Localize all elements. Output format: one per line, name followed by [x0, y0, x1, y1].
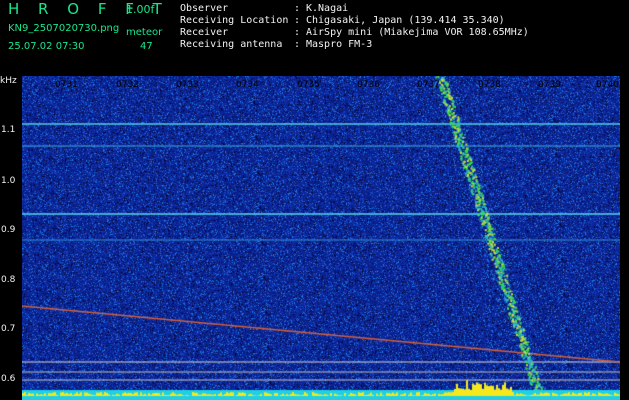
info-label-receiver: Receiver	[180, 27, 229, 38]
datetime: 25.07.02 07:30	[8, 41, 85, 52]
meteor-count: 47	[140, 41, 153, 52]
info-label-location: Receiving Location	[180, 15, 289, 26]
app-version: 1.00f	[126, 3, 155, 16]
freq-tick-label: 0.8	[1, 275, 16, 285]
info-colon: :	[294, 39, 301, 50]
info-colon: :	[294, 15, 301, 26]
time-tick-label: 0740	[596, 80, 619, 90]
time-tick-label: 0738	[478, 80, 501, 90]
freq-tick-label: 1.0	[1, 176, 16, 186]
time-tick-label: 0735	[297, 80, 320, 90]
info-colon: :	[294, 3, 301, 14]
info-value-receiver: AirSpy mini (Miakejima VOR 108.65MHz)	[306, 27, 529, 38]
freq-tick-label: 0.6	[1, 374, 16, 384]
time-tick-label: 0734	[236, 80, 259, 90]
time-tick-label: 0737	[417, 80, 440, 90]
time-tick-label: 0739	[538, 80, 561, 90]
time-tick-label: 0731	[55, 80, 78, 90]
time-tick-label: 0732	[116, 80, 139, 90]
freq-tick-label: 0.9	[1, 225, 16, 235]
info-value-location: Chigasaki, Japan (139.414 35.340)	[306, 15, 505, 26]
frequency-unit: kHz	[0, 76, 17, 86]
info-label-observer: Observer	[180, 3, 229, 14]
spectrogram-canvas	[22, 76, 620, 400]
info-value-antenna: Maspro FM-3	[306, 39, 373, 50]
header-panel: H R O F F T 1.00f KN9_2507020730.png met…	[0, 0, 629, 76]
info-label-antenna: Receiving antenna	[180, 39, 283, 50]
time-tick-label: 0733	[176, 80, 199, 90]
info-colon: :	[294, 27, 301, 38]
freq-tick-label: 1.1	[1, 125, 16, 135]
file-name: KN9_2507020730.png	[8, 23, 120, 34]
right-border	[620, 76, 629, 400]
info-value-observer: K.Nagai	[306, 3, 349, 14]
frequency-axis: kHz 1.1 1.0 0.9 0.8 0.7 0.6	[0, 76, 22, 400]
freq-tick-label: 0.7	[1, 324, 16, 334]
meteor-label: meteor	[126, 27, 163, 38]
time-tick-label: 0736	[357, 80, 380, 90]
